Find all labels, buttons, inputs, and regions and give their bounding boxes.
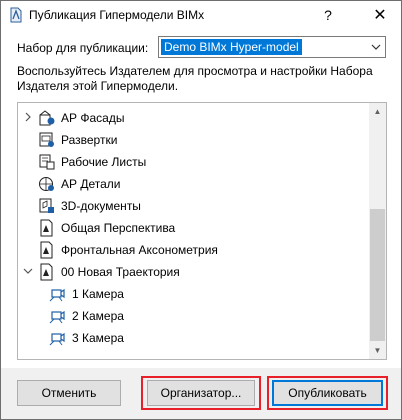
- organizer-highlight-frame: Организатор...: [141, 376, 261, 410]
- tree-item-ar-details[interactable]: АР Детали: [18, 173, 370, 195]
- interior-elevation-icon: [39, 132, 54, 147]
- publish-set-label: Набор для публикации:: [17, 41, 149, 55]
- worksheet-icon: [39, 154, 55, 170]
- tree-item-label: 2 Камера: [72, 309, 124, 323]
- publish-highlight-frame: Опубликовать: [267, 376, 388, 410]
- dialog-footer: Отменить Организатор... Опубликовать: [1, 368, 401, 419]
- tree-item-camera-3[interactable]: 3 Камера: [18, 327, 370, 349]
- perspective-icon: [40, 219, 53, 237]
- tree-item-ar-facades[interactable]: АР Фасады: [18, 107, 370, 129]
- close-button[interactable]: ✕: [361, 1, 399, 30]
- chevron-down-icon[interactable]: [22, 265, 34, 277]
- tree-item-label: 1 Камера: [72, 287, 124, 301]
- tree-item-label: Развертки: [61, 133, 118, 147]
- camera-icon: [49, 332, 65, 346]
- scroll-down-icon[interactable]: ▼: [369, 342, 386, 359]
- tree-item-label: 00 Новая Траектория: [61, 265, 180, 279]
- scroll-up-icon[interactable]: ▲: [369, 103, 386, 120]
- tree-item-label: АР Детали: [61, 177, 121, 191]
- tree-item-camera-1[interactable]: 1 Камера: [18, 283, 370, 305]
- cancel-button[interactable]: Отменить: [17, 380, 121, 406]
- tree-item-camera-2[interactable]: 2 Камера: [18, 305, 370, 327]
- publish-bimx-dialog: Публикация Гипермодели BIMx ? ✕ Набор дл…: [0, 0, 402, 420]
- tree-scrollbar[interactable]: ▲ ▼: [369, 103, 386, 359]
- chevron-down-icon: [371, 44, 381, 50]
- tree-item-label: Рабочие Листы: [61, 155, 147, 169]
- tree-item-3d-documents[interactable]: 3D-документы: [18, 195, 370, 217]
- title-bar: Публикация Гипермодели BIMx ? ✕: [1, 1, 401, 30]
- tree-item-label: АР Фасады: [61, 111, 125, 125]
- 3d-document-icon: [39, 198, 54, 213]
- camera-icon: [49, 310, 65, 324]
- tree-item-razvertki[interactable]: Развертки: [18, 129, 370, 151]
- tree-item-label: 3 Камера: [72, 331, 124, 345]
- detail-icon: [39, 177, 54, 191]
- publisher-tree[interactable]: АР Фасады Развертки Рабочие Листы АР Дет…: [17, 102, 387, 360]
- camera-icon: [49, 288, 65, 302]
- chevron-right-icon[interactable]: [22, 111, 34, 123]
- tree-item-frontal-axonometry[interactable]: Фронтальная Аксонометрия: [18, 239, 370, 261]
- tree-item-worksheets[interactable]: Рабочие Листы: [18, 151, 370, 173]
- scrollbar-thumb[interactable]: [370, 209, 385, 341]
- publish-set-dropdown[interactable]: Demo BIMx Hyper-model: [158, 36, 386, 58]
- archicad-app-icon: [10, 7, 22, 23]
- path-icon: [40, 263, 53, 281]
- tree-item-general-perspective[interactable]: Общая Перспектива: [18, 217, 370, 239]
- help-button[interactable]: ?: [313, 1, 343, 30]
- axonometry-icon: [40, 241, 53, 259]
- tree-item-label: Фронтальная Аксонометрия: [61, 243, 218, 257]
- elevation-icon: [39, 110, 55, 126]
- description-text: Воспользуйтесь Издателем для просмотра и…: [17, 64, 373, 93]
- publish-set-selected-value: Demo BIMx Hyper-model: [161, 39, 302, 55]
- organizer-button[interactable]: Организатор...: [147, 380, 255, 406]
- tree-item-new-path[interactable]: 00 Новая Траектория: [18, 261, 370, 283]
- publish-button[interactable]: Опубликовать: [272, 380, 383, 406]
- tree-item-label: 3D-документы: [61, 199, 141, 213]
- window-title: Публикация Гипермодели BIMx: [29, 8, 205, 22]
- tree-item-label: Общая Перспектива: [61, 221, 176, 235]
